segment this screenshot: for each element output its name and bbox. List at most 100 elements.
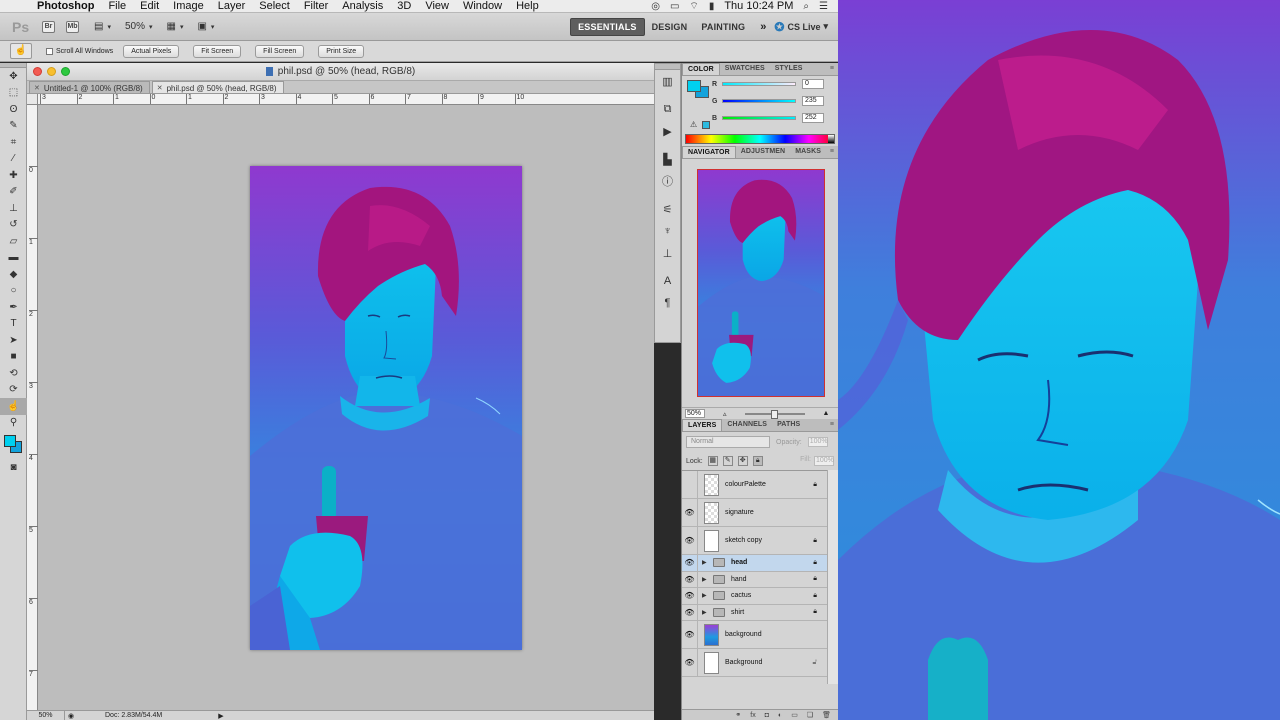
tab-layers[interactable]: LAYERS <box>682 419 723 431</box>
layer-group-row[interactable]: 👁︎ ▶ shirt 🔒︎ <box>682 604 827 621</box>
workspace-essentials[interactable]: ESSENTIALS <box>570 17 645 36</box>
layer-group-row[interactable]: 👁︎ ▶ hand 🔒︎ <box>682 571 827 588</box>
panel-menu-icon[interactable]: ≡ <box>830 65 834 72</box>
out-of-gamut-warning-icon[interactable]: ⚠ <box>690 120 697 129</box>
lock-image-icon[interactable]: ✎ <box>722 456 733 466</box>
marquee-tool-icon[interactable]: ⬚ <box>0 85 27 102</box>
menu-clock[interactable]: Thu 10:24 PM <box>724 0 793 13</box>
tab-masks[interactable]: MASKS <box>790 146 826 158</box>
blue-value-field[interactable]: 252 <box>802 113 824 123</box>
pen-tool-icon[interactable]: ✒ <box>0 299 27 316</box>
crop-tool-icon[interactable]: ⌗ <box>0 134 27 151</box>
lock-transparent-icon[interactable]: ▦ <box>707 456 718 466</box>
tab-swatches[interactable]: SWATCHES <box>720 63 770 75</box>
history-panel-icon[interactable]: ⧉ <box>655 98 680 120</box>
artwork-canvas[interactable] <box>250 166 522 650</box>
histogram-panel-icon[interactable]: ▙ <box>655 148 680 170</box>
foreground-color-swatch[interactable] <box>687 80 701 92</box>
tool-presets-panel-icon[interactable]: ⊥ <box>655 242 680 264</box>
eye-icon[interactable]: 👁︎ <box>682 604 698 620</box>
close-tab-icon[interactable]: ✕ <box>34 84 40 92</box>
status-zoom[interactable]: 50% <box>27 710 65 720</box>
document-titlebar[interactable]: phil.psd @ 50% (head, RGB/8) <box>27 63 654 81</box>
menu-select[interactable]: Select <box>252 0 297 13</box>
creative-cloud-icon[interactable]: ◎ <box>651 1 660 12</box>
menu-file[interactable]: File <box>101 0 133 13</box>
eye-icon[interactable]: 👁︎ <box>682 571 698 587</box>
3d-orbit-tool-icon[interactable]: ⟳ <box>0 382 27 399</box>
screen-mode-dropdown[interactable]: ▣ ▾ <box>197 21 214 32</box>
green-slider[interactable] <box>722 99 796 103</box>
menu-3d[interactable]: 3D <box>390 0 418 13</box>
brush-tool-icon[interactable]: ✐ <box>0 184 27 201</box>
close-tab-icon[interactable]: ✕ <box>157 84 163 92</box>
mini-bridge-panel-icon[interactable]: ▥ <box>655 70 680 92</box>
workspace-painting[interactable]: PAINTING <box>694 19 752 35</box>
expand-arrow-icon[interactable]: ▶ <box>702 592 710 599</box>
tab-phil-psd[interactable]: ✕ phil.psd @ 50% (head, RGB/8) <box>151 81 284 93</box>
hand-tool-icon[interactable]: ☝ <box>0 398 27 415</box>
zoom-level-dropdown[interactable]: 50% ▾ <box>125 21 153 32</box>
gamut-swatch[interactable] <box>702 121 710 129</box>
status-info-icon[interactable]: ◉ <box>65 712 77 720</box>
tab-color[interactable]: COLOR <box>682 63 720 75</box>
fit-screen-button[interactable]: Fit Screen <box>193 44 242 58</box>
layer-style-icon[interactable]: fx <box>750 712 755 719</box>
menu-view[interactable]: View <box>418 0 456 13</box>
fill-field[interactable]: 100% <box>814 456 834 466</box>
lock-all-icon[interactable]: 🔒︎ <box>752 456 763 466</box>
search-icon[interactable]: ⌕ <box>803 1 809 12</box>
minimize-window-icon[interactable] <box>47 67 56 76</box>
tab-channels[interactable]: CHANNELS <box>722 419 772 431</box>
clone-stamp-tool-icon[interactable]: ⊥ <box>0 200 27 217</box>
shape-tool-icon[interactable]: ■ <box>0 349 27 366</box>
close-window-icon[interactable] <box>33 67 42 76</box>
menu-app-name[interactable]: Photoshop <box>30 0 101 13</box>
zoom-window-icon[interactable] <box>61 67 70 76</box>
menu-window[interactable]: Window <box>456 0 509 13</box>
ruler-origin[interactable] <box>27 94 38 105</box>
move-tool-icon[interactable]: ✥ <box>0 68 27 85</box>
horizontal-ruler[interactable]: 3 2 1 0 1 2 3 4 5 6 7 8 9 10 <box>38 94 654 105</box>
panel-menu-icon[interactable]: ≡ <box>830 421 834 428</box>
layer-row[interactable]: 👁︎ signature <box>682 499 827 527</box>
tab-navigator[interactable]: NAVIGATOR <box>682 146 736 158</box>
blue-slider[interactable] <box>722 116 796 120</box>
menu-analysis[interactable]: Analysis <box>335 0 390 13</box>
layers-scrollbar[interactable] <box>827 470 838 684</box>
gradient-tool-icon[interactable]: ▬ <box>0 250 27 267</box>
status-menu-arrow-icon[interactable]: ▶ <box>218 712 223 720</box>
print-size-button[interactable]: Print Size <box>318 44 365 58</box>
clone-source-panel-icon[interactable]: ♆ <box>655 220 680 242</box>
eyedropper-tool-icon[interactable]: ⁄ <box>0 151 27 168</box>
zoom-in-icon[interactable]: ▲ <box>823 410 830 417</box>
battery-icon[interactable]: ▮ <box>709 1 715 12</box>
history-brush-tool-icon[interactable]: ↺ <box>0 217 27 234</box>
tab-untitled-1[interactable]: ✕ Untitled-1 @ 100% (RGB/8) <box>29 81 150 93</box>
spot-healing-tool-icon[interactable]: ✚ <box>0 167 27 184</box>
green-value-field[interactable]: 235 <box>802 96 824 106</box>
tab-paths[interactable]: PATHS <box>772 419 805 431</box>
tool-preset-picker[interactable]: ☝ <box>10 43 32 59</box>
path-selection-tool-icon[interactable]: ➤ <box>0 332 27 349</box>
red-slider[interactable] <box>722 82 796 86</box>
add-mask-icon[interactable]: ◘ <box>765 712 769 719</box>
arrange-documents-dropdown[interactable]: ▦ ▾ <box>167 21 184 32</box>
visibility-toggle[interactable]: 👁︎ <box>682 471 698 498</box>
lock-position-icon[interactable]: ✥ <box>737 456 748 466</box>
quick-selection-tool-icon[interactable]: ✎ <box>0 118 27 135</box>
3d-rotate-tool-icon[interactable]: ⟲ <box>0 365 27 382</box>
menu-layer[interactable]: Layer <box>211 0 253 13</box>
menu-filter[interactable]: Filter <box>297 0 335 13</box>
expand-arrow-icon[interactable]: ▶ <box>702 559 710 566</box>
red-value-field[interactable]: 0 <box>802 79 824 89</box>
list-icon[interactable]: ☰ <box>819 1 828 12</box>
delete-layer-icon[interactable]: 🗑︎ <box>822 711 831 719</box>
color-ramp[interactable] <box>685 134 835 144</box>
layer-row[interactable]: 👁︎ colourPalette 🔒︎ <box>682 471 827 499</box>
vertical-ruler[interactable]: 0 1 2 3 4 5 6 7 <box>27 105 38 710</box>
foreground-color-swatch[interactable] <box>4 435 16 447</box>
link-layers-icon[interactable]: ⚭ <box>735 711 741 719</box>
layer-group-row[interactable]: 👁︎ ▶ cactus 🔒︎ <box>682 588 827 605</box>
eye-icon[interactable]: 👁︎ <box>682 588 698 604</box>
